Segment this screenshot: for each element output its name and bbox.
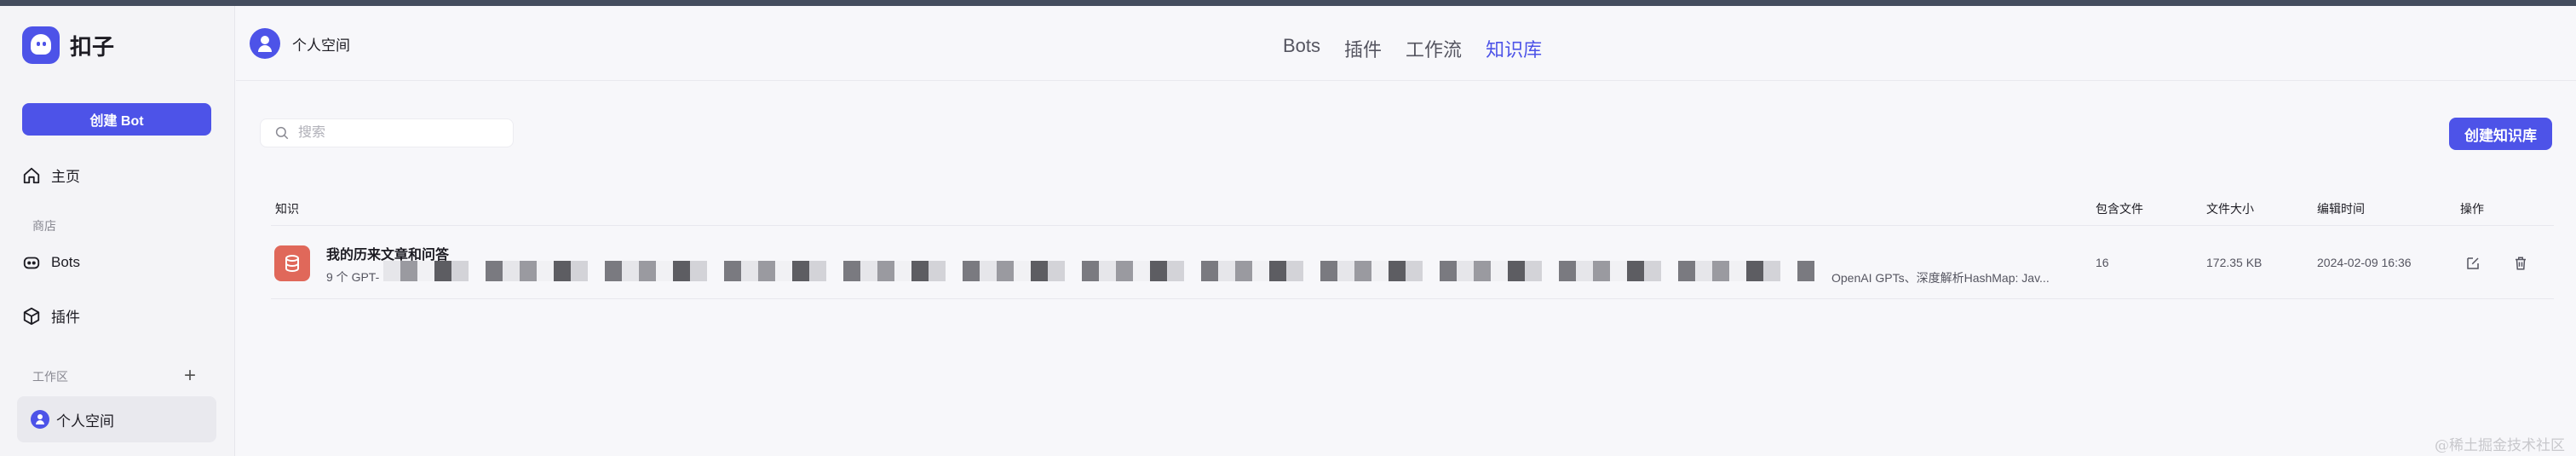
table-header-divider xyxy=(271,225,2554,226)
column-header-edited: 编辑时间 xyxy=(2317,202,2365,216)
store-section-label: 商店 xyxy=(32,219,56,233)
sidebar-item-label: 插件 xyxy=(51,309,80,326)
column-header-files: 包含文件 xyxy=(2096,202,2143,216)
app-logo[interactable]: 扣子 xyxy=(22,26,114,64)
sidebar-item-label: 主页 xyxy=(51,169,80,185)
workspace-title-label: 个人空间 xyxy=(292,37,350,54)
delete-icon[interactable] xyxy=(2513,256,2528,271)
edit-icon[interactable] xyxy=(2465,256,2481,271)
table-row-divider xyxy=(271,298,2554,299)
redacted-text xyxy=(383,261,1814,281)
search-icon xyxy=(275,126,289,140)
home-icon xyxy=(23,167,40,183)
sidebar: 扣子 创建 Bot 主页 商店 Bots 插件 工作区 + 个人空间 xyxy=(0,6,235,456)
app-name: 扣子 xyxy=(70,33,115,60)
workspace-title[interactable]: 个人空间 xyxy=(250,28,350,59)
tab-bots[interactable]: Bots xyxy=(1283,35,1320,62)
file-count: 16 xyxy=(2096,256,2109,269)
search-box[interactable] xyxy=(260,118,514,147)
tab-bar: Bots 插件 工作流 知识库 xyxy=(1283,35,1542,62)
create-bot-button[interactable]: 创建 Bot xyxy=(22,103,211,136)
column-header-size: 文件大小 xyxy=(2206,202,2254,216)
watermark: @稀土掘金技术社区 xyxy=(2435,437,2565,454)
knowledge-description: 9 个 GPT- xyxy=(326,270,380,284)
sidebar-item-bots[interactable]: Bots xyxy=(22,253,80,272)
sidebar-item-home[interactable]: 主页 xyxy=(22,165,80,186)
sidebar-item-personal-space[interactable]: 个人空间 xyxy=(17,396,216,442)
knowledge-description-tail: OpenAI GPTs、深度解析HashMap: Jav... xyxy=(1831,271,2050,285)
header: 个人空间 Bots 插件 工作流 知识库 xyxy=(236,6,2576,81)
avatar xyxy=(250,28,280,59)
database-icon xyxy=(274,245,310,281)
tab-knowledge[interactable]: 知识库 xyxy=(1486,35,1542,62)
edited-time: 2024-02-09 16:36 xyxy=(2317,256,2412,269)
create-knowledge-button[interactable]: 创建知识库 xyxy=(2449,118,2552,150)
bot-icon xyxy=(23,257,40,269)
tab-workflow[interactable]: 工作流 xyxy=(1406,35,1462,62)
add-workspace-icon[interactable]: + xyxy=(184,366,196,386)
sidebar-item-label: Bots xyxy=(51,254,81,270)
sidebar-item-plugins[interactable]: 插件 xyxy=(22,305,80,326)
file-size: 172.35 KB xyxy=(2206,256,2263,269)
top-bar xyxy=(0,0,2576,6)
sidebar-item-label: 个人空间 xyxy=(56,413,114,430)
column-header-knowledge: 知识 xyxy=(275,202,299,216)
cube-icon xyxy=(23,307,40,325)
avatar xyxy=(31,410,49,429)
logo-icon xyxy=(22,26,60,64)
column-header-actions: 操作 xyxy=(2460,202,2484,216)
tab-plugins[interactable]: 插件 xyxy=(1344,35,1382,62)
search-input[interactable] xyxy=(298,125,503,141)
workspace-section-label: 工作区 xyxy=(32,370,68,384)
